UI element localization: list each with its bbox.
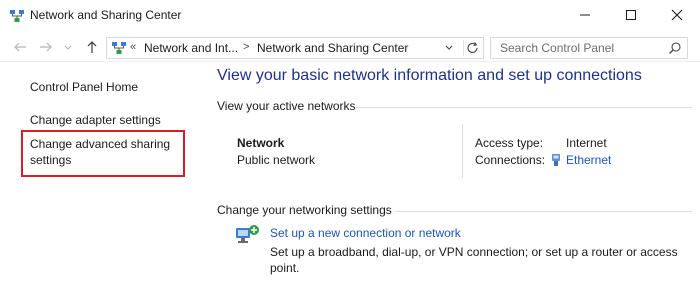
access-type-label: Access type:	[475, 136, 544, 150]
access-type-value: Internet	[566, 136, 607, 150]
up-arrow-icon[interactable]	[84, 39, 100, 55]
active-networks-heading: View your active networks	[217, 99, 356, 113]
setup-new-connection-description: Set up a broadband, dial-up, or VPN conn…	[270, 245, 678, 275]
minimize-button[interactable]	[562, 0, 608, 30]
navigation-bar: « Network and Int... > Network and Shari…	[0, 32, 700, 62]
task-pane: Control Panel Home Change adapter settin…	[0, 63, 200, 287]
breadcrumb-overflow[interactable]: «	[130, 41, 136, 53]
setup-new-connection-link[interactable]: Set up a new connection or network	[270, 226, 461, 240]
window-title: Network and Sharing Center	[30, 8, 182, 22]
recent-locations-chevron-icon[interactable]	[62, 39, 78, 55]
breadcrumb-network-sharing-center[interactable]: Network and Sharing Center	[257, 41, 408, 55]
page-title: View your basic network information and …	[217, 67, 642, 84]
ethernet-connection-link[interactable]: Ethernet	[566, 153, 611, 167]
breadcrumb-separator[interactable]: >	[243, 41, 249, 53]
search-placeholder: Search Control Panel	[500, 41, 615, 55]
section-divider	[356, 107, 692, 108]
back-arrow-icon[interactable]	[12, 39, 28, 55]
control-panel-icon	[111, 41, 127, 55]
breadcrumb-network-internet[interactable]: Network and Int...	[144, 41, 238, 55]
ethernet-icon	[550, 152, 562, 168]
close-button[interactable]	[654, 0, 700, 30]
control-panel-home-link[interactable]: Control Panel Home	[30, 80, 138, 94]
change-advanced-sharing-settings-link[interactable]: Change advanced sharing settings	[30, 136, 180, 168]
change-networking-settings-heading: Change your networking settings	[217, 203, 392, 217]
search-icon[interactable]	[668, 41, 682, 55]
change-adapter-settings-link[interactable]: Change adapter settings	[30, 113, 161, 127]
vertical-divider	[462, 124, 463, 178]
network-type-link: Public network	[237, 153, 316, 167]
network-sharing-icon	[9, 9, 25, 23]
address-bar[interactable]: « Network and Int... > Network and Shari…	[106, 37, 484, 59]
address-dropdown-chevron-icon[interactable]	[443, 41, 455, 55]
refresh-icon[interactable]	[463, 40, 481, 56]
new-connection-icon	[234, 222, 260, 248]
network-name: Network	[237, 136, 285, 150]
section-divider	[395, 211, 692, 212]
title-bar: Network and Sharing Center	[0, 0, 700, 32]
connections-label: Connections:	[475, 153, 546, 167]
forward-arrow-icon[interactable]	[38, 39, 54, 55]
search-input[interactable]: Search Control Panel	[490, 37, 688, 59]
maximize-button[interactable]	[608, 0, 654, 30]
